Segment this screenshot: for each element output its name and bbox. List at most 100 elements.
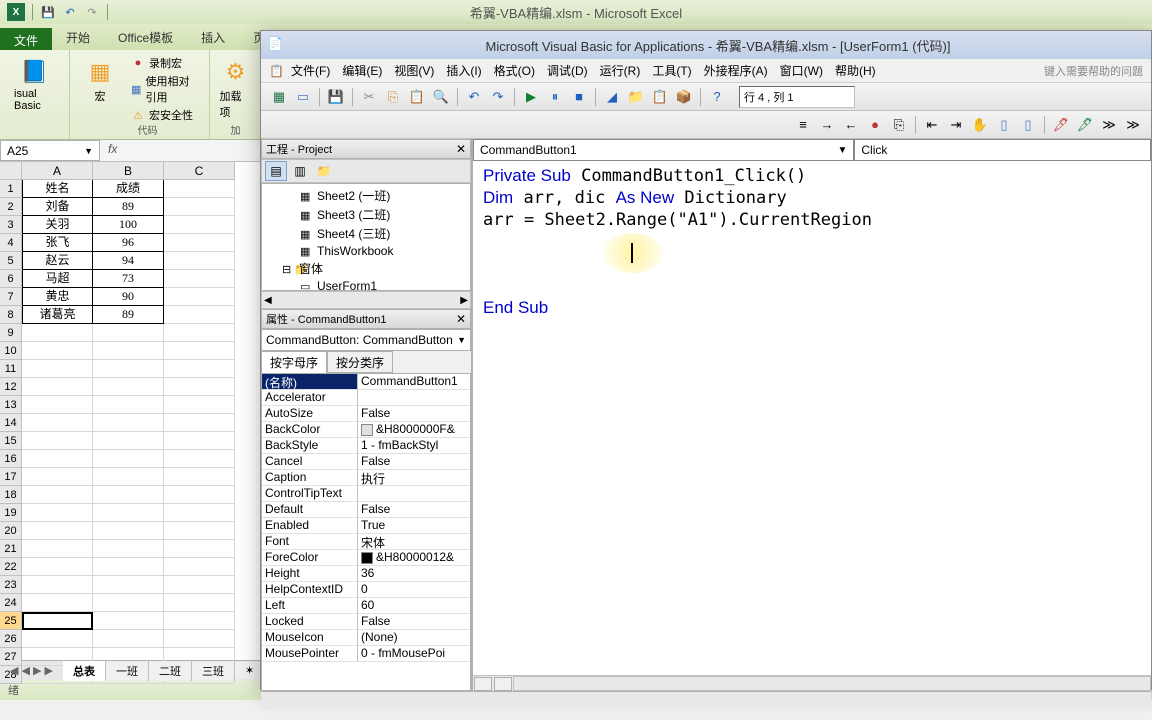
tab-office[interactable]: Office模板 xyxy=(104,25,187,50)
cell[interactable] xyxy=(93,540,164,558)
cell[interactable] xyxy=(164,180,235,198)
prop-value[interactable]: 宋体 xyxy=(358,534,470,549)
hand-icon[interactable]: ✋ xyxy=(969,114,991,136)
props-tab-alpha[interactable]: 按字母序 xyxy=(261,351,327,373)
folder-icon[interactable]: 📁 xyxy=(313,161,335,181)
tree-item[interactable]: ▦Sheet4 (三班) xyxy=(264,224,468,243)
property-row[interactable]: Accelerator xyxy=(262,390,470,406)
row-header[interactable]: 26 xyxy=(0,630,22,648)
cell[interactable] xyxy=(93,522,164,540)
indent-icon[interactable]: → xyxy=(816,114,838,136)
cell[interactable]: 刘备 xyxy=(22,198,93,216)
property-row[interactable]: DefaultFalse xyxy=(262,502,470,518)
cell[interactable] xyxy=(164,306,235,324)
row-header[interactable]: 15 xyxy=(0,432,22,450)
prop-value[interactable]: &H8000000F& xyxy=(358,422,470,437)
cell[interactable]: 姓名 xyxy=(22,180,93,198)
prop-value[interactable]: CommandButton1 xyxy=(358,374,470,389)
tab-home[interactable]: 开始 xyxy=(52,25,104,50)
tool-icon-b[interactable]: 🖊 xyxy=(1074,114,1096,136)
cell[interactable] xyxy=(164,252,235,270)
vba-menu-item[interactable]: 文件(F) xyxy=(285,62,336,80)
cell[interactable] xyxy=(93,576,164,594)
row-header[interactable]: 22 xyxy=(0,558,22,576)
cell[interactable] xyxy=(164,450,235,468)
help-icon[interactable]: ? xyxy=(706,86,728,108)
row-header[interactable]: 19 xyxy=(0,504,22,522)
cell[interactable] xyxy=(22,630,93,648)
vba-menu-item[interactable]: 视图(V) xyxy=(388,62,440,80)
cell[interactable] xyxy=(93,612,164,630)
cell[interactable] xyxy=(22,594,93,612)
copy-icon[interactable]: ⎘ xyxy=(382,86,404,108)
prop-value[interactable]: False xyxy=(358,406,470,421)
cell[interactable] xyxy=(22,432,93,450)
row-header[interactable]: 1 xyxy=(0,180,22,198)
row-header[interactable]: 9 xyxy=(0,324,22,342)
property-row[interactable]: BackStyle1 - fmBackStyl xyxy=(262,438,470,454)
cell[interactable] xyxy=(164,576,235,594)
cell[interactable] xyxy=(93,558,164,576)
macro-button[interactable]: ▦ 宏 xyxy=(78,54,122,124)
cell[interactable] xyxy=(164,216,235,234)
row-header[interactable]: 3 xyxy=(0,216,22,234)
chevron-down-icon[interactable]: ▼ xyxy=(84,146,93,156)
property-row[interactable]: (名称)CommandButton1 xyxy=(262,374,470,390)
cell[interactable] xyxy=(93,468,164,486)
cell[interactable] xyxy=(22,342,93,360)
visual-basic-button[interactable]: 📘 isual Basic xyxy=(8,54,61,114)
cell[interactable] xyxy=(164,288,235,306)
breakpoint-icon[interactable]: ● xyxy=(864,114,886,136)
cell[interactable] xyxy=(164,270,235,288)
cell[interactable] xyxy=(22,360,93,378)
col-header[interactable]: C xyxy=(164,162,235,180)
row-header[interactable]: 4 xyxy=(0,234,22,252)
cell[interactable] xyxy=(164,522,235,540)
object-browser-icon[interactable]: 📦 xyxy=(673,86,695,108)
find-icon[interactable]: 🔍 xyxy=(430,86,452,108)
help-search-hint[interactable]: 键入需要帮助的问题 xyxy=(1044,63,1143,79)
sheet-tab[interactable]: 总表 xyxy=(63,661,106,681)
cell[interactable] xyxy=(93,432,164,450)
prop-value[interactable]: 1 - fmBackStyl xyxy=(358,438,470,453)
tree-item[interactable]: ⊟ 📁窗体 xyxy=(264,259,468,278)
cell[interactable] xyxy=(164,198,235,216)
cell[interactable] xyxy=(164,612,235,630)
row-header[interactable]: 11 xyxy=(0,360,22,378)
proc-view-button[interactable] xyxy=(474,677,492,691)
project-explorer-icon[interactable]: 📁 xyxy=(625,86,647,108)
view-code-icon[interactable]: ▤ xyxy=(265,161,287,181)
cell[interactable] xyxy=(22,558,93,576)
vba-menu-item[interactable]: 工具(T) xyxy=(646,62,697,80)
cell[interactable]: 诸葛亮 xyxy=(22,306,93,324)
code-editor[interactable]: Private Sub CommandButton1_Click() Dim a… xyxy=(473,161,1151,675)
tree-item[interactable]: ▦Sheet2 (一班) xyxy=(264,186,468,205)
cell[interactable]: 黄忠 xyxy=(22,288,93,306)
prop-value[interactable]: (None) xyxy=(358,630,470,645)
cell[interactable] xyxy=(164,504,235,522)
col-header[interactable]: B xyxy=(93,162,164,180)
cell[interactable] xyxy=(164,378,235,396)
paste-icon[interactable]: 📋 xyxy=(406,86,428,108)
tab-file[interactable]: 文件 xyxy=(0,28,52,50)
row-header[interactable]: 12 xyxy=(0,378,22,396)
row-header[interactable]: 21 xyxy=(0,540,22,558)
vba-bottom-scroll[interactable] xyxy=(261,691,1151,709)
name-box[interactable]: A25▼ xyxy=(0,140,100,161)
full-view-button[interactable] xyxy=(494,677,512,691)
cell[interactable]: 赵云 xyxy=(22,252,93,270)
properties-object-combo[interactable]: CommandButton: CommandButton▼ xyxy=(261,329,471,351)
project-hscroll[interactable]: ◀▶ xyxy=(261,291,471,309)
cut-icon[interactable]: ✂ xyxy=(358,86,380,108)
cell[interactable] xyxy=(22,450,93,468)
bookmark-icon[interactable]: ▯ xyxy=(993,114,1015,136)
vba-menu-item[interactable]: 调试(D) xyxy=(541,62,594,80)
row-header[interactable]: 25 xyxy=(0,612,22,630)
cell[interactable] xyxy=(22,324,93,342)
row-header[interactable]: 2 xyxy=(0,198,22,216)
cell[interactable] xyxy=(22,468,93,486)
property-row[interactable]: MouseIcon(None) xyxy=(262,630,470,646)
property-row[interactable]: HelpContextID0 xyxy=(262,582,470,598)
save-icon[interactable]: 💾 xyxy=(40,4,56,20)
property-row[interactable]: AutoSizeFalse xyxy=(262,406,470,422)
